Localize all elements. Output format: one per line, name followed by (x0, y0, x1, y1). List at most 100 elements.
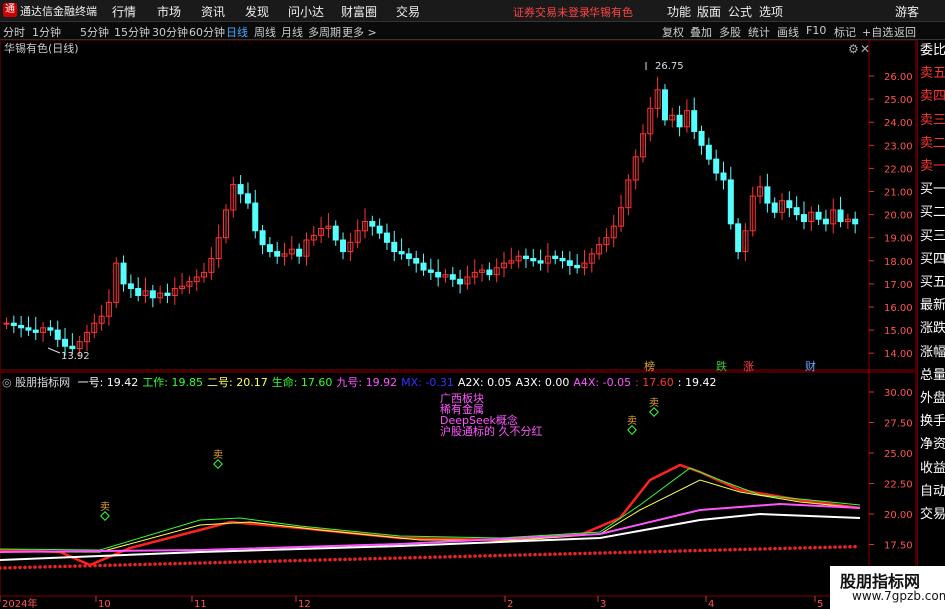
marker-finance[interactable]: 财 (805, 359, 816, 373)
quote-label: 委比 (920, 43, 945, 58)
menu-item-quotes[interactable]: 行情 (112, 3, 136, 20)
menu-item-formula[interactable]: 公式 (728, 3, 752, 20)
indicator-dot (768, 546, 772, 551)
indicator-dot (348, 557, 352, 562)
indicator-dot (128, 562, 132, 567)
indicator-dot (608, 550, 612, 555)
candle-body (252, 202, 259, 232)
indicator-dot (623, 550, 627, 555)
marker-list[interactable]: 榜 (644, 359, 655, 373)
menu-item-options[interactable]: 选项 (759, 3, 783, 20)
menu-item-news[interactable]: 资讯 (201, 3, 225, 20)
period-15min[interactable]: 15分钟 (114, 24, 150, 40)
period-tick[interactable]: 分时 (3, 24, 25, 40)
period-30min[interactable]: 30分钟 (152, 24, 188, 40)
indicator-dot (233, 560, 237, 564)
quote-label[interactable]: 交易 (920, 507, 945, 522)
candle-body (54, 329, 61, 340)
candle-body (727, 179, 734, 225)
low-price-label: 13.92 (61, 351, 90, 362)
indicator-dot (818, 545, 822, 550)
indicator-dot (828, 545, 832, 550)
tool-adjust[interactable]: 复权 (662, 24, 684, 40)
menu-item-wealth[interactable]: 财富圈 (341, 3, 377, 20)
indicator-dot (618, 550, 622, 555)
indicator-dot (573, 551, 577, 556)
quote-label: 买四 (920, 251, 945, 267)
menu-item-market[interactable]: 市场 (157, 3, 181, 20)
period-daily[interactable]: 日线 (226, 24, 248, 40)
candle-body (10, 322, 17, 326)
menu-item-ask[interactable]: 问小达 (288, 3, 324, 20)
indicator-dot (653, 549, 657, 554)
indicator-dot (593, 551, 597, 555)
candle-body (427, 269, 434, 273)
date-tick-label: 4 (708, 599, 714, 609)
indicator-dot (693, 548, 697, 553)
tool-stats[interactable]: 统计 (748, 24, 770, 40)
candle-body (391, 241, 398, 253)
candle-body (676, 114, 683, 128)
indicator-dot (333, 557, 337, 562)
tool-mark[interactable]: 标记 (834, 24, 856, 40)
indicator-tick-label: 27.50 (884, 419, 913, 430)
indicator-dot (578, 551, 582, 556)
indicator-dot (513, 553, 517, 557)
marker-rise[interactable]: 涨 (743, 360, 754, 373)
period-multi[interactable]: 多周期 (308, 24, 341, 40)
menu-item-function[interactable]: 功能 (667, 3, 691, 20)
indicator-dot (153, 562, 157, 566)
quote-label: 卖五 (920, 66, 945, 82)
menu-item-discover[interactable]: 发现 (245, 3, 269, 20)
indicator-dot (178, 561, 182, 566)
period-5min[interactable]: 5分钟 (80, 24, 109, 40)
indicator-dot (613, 550, 617, 555)
candle-body (135, 288, 142, 296)
indicator-dot (338, 557, 342, 562)
quote-label[interactable]: 自动 (920, 484, 945, 499)
indicator-values: 一号: 19.42 工作: 19.85 二号: 20.17 生命: 17.60 九号: … (74, 376, 717, 389)
tool-add-watchlist[interactable]: +自选 (862, 24, 893, 40)
indicator-dot (833, 545, 837, 549)
period-monthly[interactable]: 月线 (281, 24, 303, 40)
indicator-dot (208, 560, 212, 565)
indicator-value: MX: -0.31 (401, 376, 454, 389)
tool-overlay[interactable]: 叠加 (690, 24, 712, 40)
period-more[interactable]: 更多 > (342, 24, 377, 40)
quote-label: 卖二 (920, 135, 945, 151)
indicator-dot (283, 559, 287, 563)
marker-fall[interactable]: 跌 (716, 359, 727, 373)
period-1min[interactable]: 1分钟 (32, 24, 61, 40)
date-tick-label: 3 (600, 599, 606, 609)
indicator-dot (298, 558, 302, 563)
indicator-dot (723, 548, 727, 552)
period-weekly[interactable]: 周线 (254, 24, 276, 40)
quote-label: 买二 (920, 205, 945, 221)
tool-back[interactable]: 返回 (894, 24, 916, 40)
settings-icon[interactable]: ⚙ (848, 42, 859, 56)
quote-label: 卖一 (920, 159, 945, 174)
kline-chart[interactable]: 26.00 25.00 24.00 23.00 22.00 21.00 20.00 19.00… (0, 40, 917, 609)
menu-item-layout[interactable]: 版面 (697, 3, 721, 20)
indicator-dot (783, 546, 787, 551)
menu-item-trade[interactable]: 交易 (396, 3, 420, 20)
guest-user[interactable]: 游客 (895, 3, 919, 20)
indicator-dot (808, 545, 812, 550)
period-60min[interactable]: 60分钟 (189, 24, 225, 40)
indicator-dot (133, 562, 137, 567)
date-tick-label: 2 (507, 599, 513, 609)
indicator-dot (408, 555, 412, 560)
indicator-name[interactable]: 股朋指标网 (15, 376, 70, 389)
indicator-dot (88, 563, 92, 568)
indicator-toggle-icon[interactable]: ◎ (2, 376, 12, 389)
tool-f10[interactable]: F10 (806, 24, 826, 37)
candle-body (69, 345, 76, 350)
tool-draw[interactable]: 画线 (777, 24, 799, 40)
indicator-dot (303, 558, 307, 563)
trade-login-status[interactable]: 证券交易未登录 (513, 4, 590, 20)
candle-body (574, 264, 581, 269)
indicator-dot (43, 565, 47, 569)
candle-body (457, 278, 464, 285)
tool-multi-stock[interactable]: 多股 (719, 24, 741, 40)
close-icon[interactable]: ✕ (860, 42, 870, 56)
